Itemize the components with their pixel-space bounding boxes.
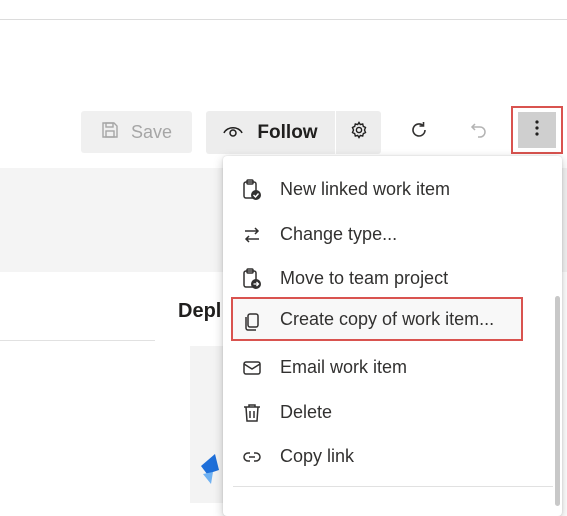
menu-item-label: Copy link [280, 445, 355, 466]
follow-label: Follow [257, 121, 318, 143]
mail-icon [241, 357, 263, 379]
section-heading: Depl [178, 300, 222, 322]
refresh-button[interactable] [400, 112, 438, 152]
clipboard-check-icon [241, 179, 263, 201]
menu-item-create-copy-of-work-item[interactable]: Create copy of work item... [231, 297, 523, 341]
copy-icon [241, 311, 263, 333]
menu-item-label: Change type... [280, 223, 398, 244]
menu-item-label: Move to team project [280, 267, 449, 288]
menu-item-change-type[interactable]: Change type... [223, 212, 562, 256]
menu-item-copy-link[interactable]: Copy link [223, 434, 562, 478]
trash-icon [241, 402, 263, 424]
menu-item-label: New linked work item [280, 178, 451, 199]
save-icon [101, 121, 119, 144]
clipboard-arrow-icon [241, 268, 263, 290]
top-divider [0, 19, 567, 20]
undo-icon [470, 121, 488, 144]
menu-item-email-work-item[interactable]: Email work item [223, 345, 562, 389]
menu-item-delete[interactable]: Delete [223, 390, 562, 434]
refresh-icon [409, 120, 429, 145]
menu-scrollbar[interactable] [555, 296, 560, 506]
save-label: Save [130, 121, 173, 142]
menu-item-move-to-team-project[interactable]: Move to team project [223, 256, 562, 300]
link-icon [241, 446, 263, 468]
menu-divider [233, 486, 553, 487]
follow-button[interactable]: Follow [206, 111, 335, 154]
menu-item-label: Delete [280, 401, 333, 422]
more-actions-button[interactable] [511, 106, 563, 154]
gear-icon [350, 121, 368, 144]
undo-button[interactable] [460, 112, 498, 152]
left-divider [0, 340, 155, 341]
follow-settings-button[interactable] [336, 111, 381, 154]
swap-arrows-icon [241, 224, 263, 246]
more-vertical-icon [535, 119, 539, 141]
menu-item-label: Email work item [280, 356, 408, 377]
menu-item-label: Create copy of work item... [280, 308, 495, 329]
eye-icon [223, 122, 244, 144]
save-button[interactable]: Save [81, 111, 192, 153]
more-actions-highlight [518, 112, 556, 148]
menu-item-new-linked-work-item[interactable]: New linked work item [223, 167, 562, 211]
more-actions-menu: New linked work item Change type... Move… [223, 156, 562, 516]
